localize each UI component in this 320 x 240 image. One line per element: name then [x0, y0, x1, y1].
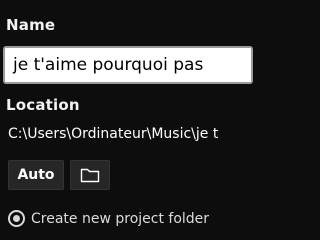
name-label: Name — [6, 16, 56, 34]
location-path[interactable]: C:\Users\Ordinateur\Music\je t — [8, 126, 218, 142]
create-folder-radio[interactable] — [8, 210, 25, 227]
create-folder-option[interactable]: Create new project folder — [8, 210, 209, 227]
folder-icon — [80, 167, 100, 183]
auto-button[interactable]: Auto — [8, 160, 64, 190]
location-label: Location — [6, 96, 80, 114]
radio-selected-dot — [13, 215, 20, 222]
name-field[interactable]: je t'aime pourquoi pas — [3, 46, 253, 84]
create-folder-label: Create new project folder — [31, 210, 210, 227]
browse-folder-button[interactable] — [70, 160, 110, 190]
